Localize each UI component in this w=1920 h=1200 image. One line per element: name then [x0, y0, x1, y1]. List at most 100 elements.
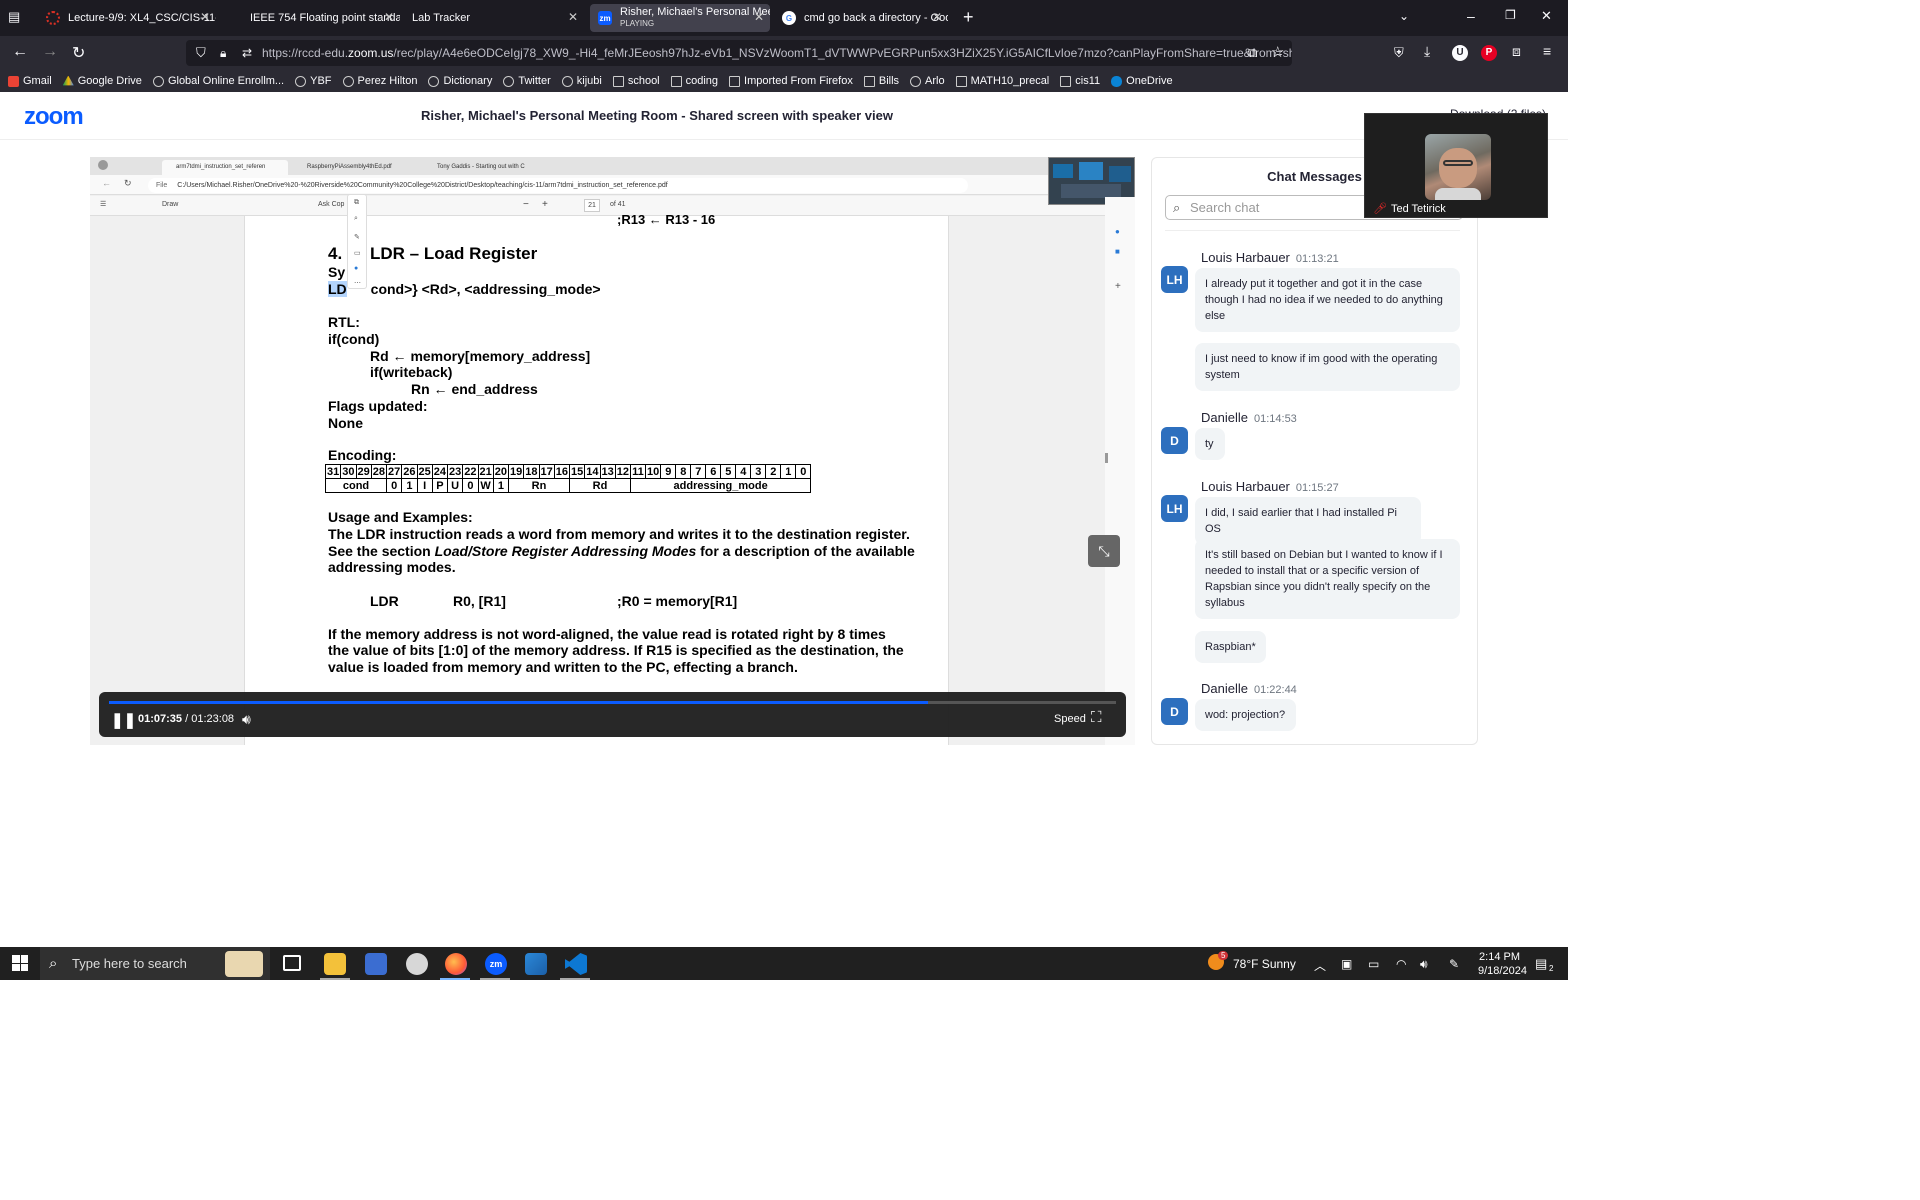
fullscreen-icon[interactable]: ⛶ — [1091, 709, 1102, 726]
bookmark-ybf[interactable]: YBF — [295, 75, 332, 87]
page-number-input: 21 — [584, 199, 600, 212]
app-icon[interactable] — [406, 953, 428, 975]
shield-icon[interactable]: ⛉ — [196, 40, 206, 66]
minimize-icon[interactable]: – — [1467, 8, 1475, 24]
bookmark-folder-bills[interactable]: Bills — [863, 75, 899, 87]
tab-lecture[interactable]: Lecture-9/9: XL4_CSC/CIS-11-40 ✕ — [38, 4, 216, 32]
task-view-icon[interactable] — [283, 955, 301, 971]
start-icon[interactable] — [12, 955, 28, 971]
clock[interactable]: 2:14 PM 9/18/2024 — [1478, 950, 1527, 978]
bit-number-cell: 29 — [355, 464, 372, 479]
folder-icon — [670, 75, 682, 87]
speed-button[interactable]: Speed — [1054, 713, 1086, 725]
bookmark-perez-hilton[interactable]: Perez Hilton — [342, 75, 417, 87]
bookmark-onedrive[interactable]: OneDrive — [1111, 75, 1173, 87]
file-explorer-icon[interactable] — [324, 953, 346, 975]
file-label: File — [156, 182, 168, 189]
bookmark-arlo[interactable]: Arlo — [910, 75, 945, 87]
bookmark-dictionary[interactable]: Dictionary — [428, 75, 492, 87]
battery-icon[interactable]: ▭ — [1368, 957, 1379, 971]
bookmark-folder-coding[interactable]: coding — [670, 75, 718, 87]
bit-number-row: 31 30 29 28 27 26 25 24 23 22 21 20 19 18 17 16 15 14 13 12… — [324, 464, 812, 479]
close-tab-icon[interactable]: ✕ — [200, 10, 210, 24]
bookmark-gmail[interactable]: Gmail — [8, 75, 52, 87]
reload-icon[interactable]: ↻ — [72, 43, 85, 63]
tab-google-search[interactable]: G cmd go back a directory - Goog ✕ — [774, 4, 948, 32]
firefox-icon[interactable] — [445, 953, 467, 975]
progress-bar[interactable] — [109, 701, 1116, 704]
speaker-icon[interactable]: 🔊︎ — [1420, 957, 1428, 972]
extensions-icon[interactable]: ⧈ — [1512, 43, 1521, 60]
bit-number-cell: 0 — [795, 464, 812, 479]
bookmark-star-icon[interactable]: ☆ — [1271, 43, 1284, 61]
shared-screen-video[interactable]: arm7tdmi_instruction_set_referen Raspber… — [90, 157, 1135, 745]
bookmark-folder-math10[interactable]: MATH10_precal — [955, 75, 1049, 87]
permissions-icon[interactable]: ⇄ — [242, 40, 252, 66]
menu-icon[interactable]: ≡ — [1543, 43, 1551, 59]
device-icon[interactable]: ▣ — [1341, 957, 1352, 971]
message-sender: Danielle 01:22:44 — [1201, 681, 1297, 696]
tray-chevron-icon[interactable]: ︿ — [1314, 957, 1326, 974]
globe-icon — [910, 75, 922, 87]
google-icon: G — [782, 11, 796, 25]
onedrive-icon — [1111, 75, 1123, 87]
new-tab-button[interactable]: + — [963, 7, 974, 28]
zoom-favicon-icon: zm — [598, 11, 612, 25]
weather-text[interactable]: 78°F Sunny — [1233, 957, 1296, 971]
usage-text-1: The LDR instruction reads a word from me… — [328, 526, 910, 542]
zoom-app-icon[interactable]: zm — [485, 953, 507, 975]
close-tab-icon[interactable]: ✕ — [932, 10, 942, 24]
muted-mic-icon: 🎤︎ — [1373, 203, 1387, 215]
field-cell: 0 — [385, 478, 403, 493]
pen-icon[interactable]: ✎ — [1449, 957, 1459, 971]
bookmark-folder-school[interactable]: school — [612, 75, 660, 87]
photos-icon[interactable] — [525, 953, 547, 975]
pocket-icon[interactable]: ⛨ — [1394, 45, 1404, 61]
tab-lab-tracker[interactable]: Lab Tracker ✕ — [404, 4, 584, 32]
divider — [1165, 230, 1460, 231]
close-window-icon[interactable]: ✕ — [1541, 8, 1552, 24]
close-tab-icon[interactable]: ✕ — [754, 10, 764, 24]
account-icon[interactable]: U — [1452, 45, 1468, 61]
note-text-3: value is loaded from memory and written … — [328, 659, 798, 675]
bookmark-google-drive[interactable]: Google Drive — [62, 75, 142, 87]
bookmark-folder-imported[interactable]: Imported From Firefox — [729, 75, 853, 87]
taskbar-search-input[interactable]: ⌕ Type here to search — [40, 947, 270, 980]
tab-zoom-recording[interactable]: zm Risher, Michael's Personal Meet PLAYI… — [590, 4, 770, 32]
tab-overflow-chevron-icon[interactable]: ⌄ — [1399, 9, 1409, 23]
page-total: of 41 — [610, 201, 626, 208]
field-cell: Rd — [569, 478, 631, 493]
clock-date: 9/18/2024 — [1478, 965, 1527, 977]
bookmark-kijubi[interactable]: kijubi — [561, 75, 602, 87]
pinterest-icon[interactable]: P — [1481, 45, 1497, 61]
example-comment: ;R0 = memory[R1] — [617, 593, 738, 609]
bookmark-global-online[interactable]: Global Online Enrollm... — [152, 75, 284, 87]
wifi-icon[interactable]: ◠ — [1396, 957, 1406, 971]
close-tab-icon[interactable]: ✕ — [568, 10, 578, 24]
reload-icon: ↻ — [124, 178, 132, 188]
forward-icon[interactable]: → — [42, 43, 58, 61]
bit-number-cell: 26 — [401, 464, 418, 479]
speaker-name: Ted Tetirick — [1390, 203, 1446, 215]
back-icon[interactable]: ← — [12, 43, 28, 61]
volume-icon[interactable]: 🔊︎ — [242, 711, 251, 728]
close-tab-icon[interactable]: ✕ — [384, 10, 394, 24]
picture-in-picture-icon[interactable]: ⧉ — [1248, 45, 1257, 61]
notification-icon[interactable]: ▤ — [1535, 956, 1547, 972]
tab-list-icon[interactable]: ▤ — [8, 9, 20, 25]
speaker-video[interactable]: 🎤︎ Ted Tetirick — [1364, 113, 1548, 218]
url-bar[interactable]: ⛉ 🔒︎ ⇄ https://rccd-edu.zoom.us/rec/play… — [186, 40, 1292, 66]
folder-icon — [1060, 75, 1072, 87]
rtl-line: Rd ← memory[memory_address] — [370, 348, 591, 364]
calculator-icon[interactable] — [365, 953, 387, 975]
restore-icon[interactable]: ❐ — [1505, 8, 1516, 22]
bookmark-folder-cis11[interactable]: cis11 — [1060, 75, 1100, 87]
exit-pip-icon[interactable]: ⤡ — [1088, 535, 1120, 567]
lock-icon[interactable]: 🔒︎ — [220, 40, 226, 66]
tab-ieee754[interactable]: IEEE 754 Floating point standard - 03 ✕ — [220, 4, 400, 32]
flags-label: Flags updated: — [328, 398, 428, 414]
pause-icon[interactable]: ❚❚ — [111, 711, 136, 729]
bookmark-twitter[interactable]: Twitter — [503, 75, 551, 87]
downloads-icon[interactable]: ⤓ — [1424, 43, 1430, 60]
search-placeholder: Type here to search — [72, 956, 187, 971]
